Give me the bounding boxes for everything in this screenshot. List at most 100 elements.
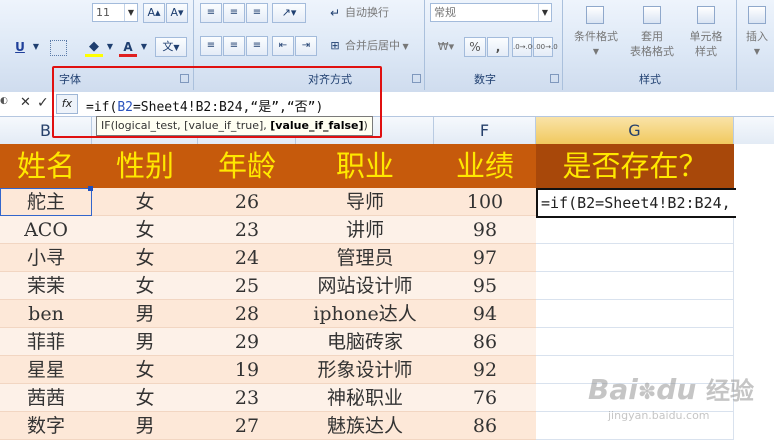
- table-cell[interactable]: 95: [434, 272, 536, 300]
- table-cell[interactable]: 导师: [296, 188, 434, 216]
- merge-center-button[interactable]: 合并后居中 ▼: [345, 37, 409, 56]
- table-cell[interactable]: ACO: [0, 216, 92, 244]
- align-left-icon[interactable]: ≡: [200, 36, 222, 56]
- active-cell-editor[interactable]: =if(B2=Sheet4!B2:B24,: [536, 188, 736, 218]
- table-cell[interactable]: 28: [198, 300, 296, 328]
- table-cell[interactable]: 86: [434, 328, 536, 356]
- table-cell[interactable]: 女: [92, 272, 198, 300]
- table-header-cell[interactable]: 年龄: [198, 144, 296, 188]
- align-right-icon[interactable]: ≡: [246, 36, 268, 56]
- orientation-icon[interactable]: ↗▾: [272, 3, 306, 23]
- decrease-indent-icon[interactable]: ⇤: [272, 36, 294, 56]
- table-cell[interactable]: 86: [434, 412, 536, 440]
- table-cell[interactable]: 25: [198, 272, 296, 300]
- conditional-format-icon[interactable]: [586, 6, 604, 24]
- table-cell[interactable]: 29: [198, 328, 296, 356]
- font-size-combo[interactable]: 11 ▼: [92, 3, 138, 22]
- table-cell[interactable]: 茉茉: [0, 272, 92, 300]
- wrap-text-button[interactable]: 自动换行: [345, 4, 389, 22]
- fill-dropdown-icon[interactable]: ▼: [104, 37, 116, 57]
- table-cell[interactable]: 神秘职业: [296, 384, 434, 412]
- align-middle-icon[interactable]: ≡: [223, 3, 245, 23]
- table-cell[interactable]: 24: [198, 244, 296, 272]
- reference-handle[interactable]: [88, 186, 93, 191]
- font-color-dropdown-icon[interactable]: ▼: [138, 37, 150, 57]
- increase-indent-icon[interactable]: ⇥: [295, 36, 317, 56]
- name-box-dropdown-icon[interactable]: ◐: [0, 96, 12, 112]
- number-dialog-launcher-icon[interactable]: [550, 74, 559, 83]
- currency-icon[interactable]: ₩▾: [432, 37, 460, 57]
- table-header-cell[interactable]: 姓名: [0, 144, 92, 188]
- table-cell[interactable]: 茜茜: [0, 384, 92, 412]
- table-cell-empty[interactable]: [536, 328, 734, 356]
- table-cell[interactable]: 网站设计师: [296, 272, 434, 300]
- table-cell-empty[interactable]: [536, 216, 734, 244]
- table-cell[interactable]: ben: [0, 300, 92, 328]
- table-cell[interactable]: 女: [92, 384, 198, 412]
- shrink-font-button[interactable]: A▾: [166, 3, 188, 23]
- insert-button[interactable]: 插入 ▼: [740, 29, 774, 59]
- number-format-combo[interactable]: 常规 ▼: [430, 3, 552, 22]
- conditional-format-button[interactable]: 条件格式 ▼: [566, 29, 626, 59]
- table-cell[interactable]: 讲师: [296, 216, 434, 244]
- percent-button[interactable]: %: [464, 37, 486, 57]
- format-table-icon[interactable]: [643, 6, 661, 24]
- border-icon[interactable]: [50, 40, 67, 56]
- align-top-icon[interactable]: ≡: [200, 3, 222, 23]
- table-cell[interactable]: 电脑砖家: [296, 328, 434, 356]
- enter-icon[interactable]: ✓: [37, 95, 49, 111]
- grow-font-button[interactable]: A▴: [143, 3, 165, 23]
- underline-dropdown-icon[interactable]: ▼: [30, 37, 42, 57]
- insert-cells-icon[interactable]: [748, 6, 766, 24]
- table-cell[interactable]: 女: [92, 188, 198, 216]
- align-bottom-icon[interactable]: ≡: [246, 3, 268, 23]
- phonetic-button[interactable]: 文▼: [155, 37, 187, 57]
- table-cell[interactable]: 97: [434, 244, 536, 272]
- table-cell[interactable]: 94: [434, 300, 536, 328]
- column-header-f[interactable]: F: [434, 117, 536, 144]
- table-cell[interactable]: 管理员: [296, 244, 434, 272]
- table-cell[interactable]: 23: [198, 216, 296, 244]
- table-cell[interactable]: 92: [434, 356, 536, 384]
- comma-button[interactable]: ,: [487, 37, 509, 57]
- table-cell[interactable]: 女: [92, 356, 198, 384]
- table-header-cell[interactable]: 职业: [296, 144, 434, 188]
- cell-styles-icon[interactable]: [697, 6, 715, 24]
- table-header-cell[interactable]: 业绩: [434, 144, 536, 188]
- table-header-cell[interactable]: 是否存在？: [536, 144, 734, 188]
- chevron-down-icon[interactable]: ▼: [538, 4, 551, 21]
- align-center-icon[interactable]: ≡: [223, 36, 245, 56]
- table-cell[interactable]: 98: [434, 216, 536, 244]
- table-cell[interactable]: iphone达人: [296, 300, 434, 328]
- decrease-decimal-button[interactable]: .00→.0: [533, 37, 558, 57]
- table-cell[interactable]: 女: [92, 244, 198, 272]
- table-cell[interactable]: 27: [198, 412, 296, 440]
- wrap-text-icon[interactable]: ↵: [326, 3, 344, 23]
- table-cell[interactable]: 19: [198, 356, 296, 384]
- table-cell-empty[interactable]: [536, 244, 734, 272]
- table-cell[interactable]: 26: [198, 188, 296, 216]
- table-cell[interactable]: 女: [92, 216, 198, 244]
- table-cell[interactable]: 100: [434, 188, 536, 216]
- table-cell[interactable]: 男: [92, 300, 198, 328]
- table-cell[interactable]: 男: [92, 328, 198, 356]
- table-cell[interactable]: 男: [92, 412, 198, 440]
- column-header-g[interactable]: G: [536, 117, 734, 144]
- alignment-dialog-launcher-icon[interactable]: [412, 74, 421, 83]
- increase-decimal-button[interactable]: .0→.00: [512, 37, 537, 57]
- table-cell[interactable]: 23: [198, 384, 296, 412]
- table-header-cell[interactable]: 性别: [92, 144, 198, 188]
- table-cell[interactable]: 形象设计师: [296, 356, 434, 384]
- table-cell[interactable]: 小寻: [0, 244, 92, 272]
- table-cell[interactable]: 76: [434, 384, 536, 412]
- cancel-icon[interactable]: ✕: [20, 95, 31, 110]
- underline-button[interactable]: U: [10, 37, 30, 57]
- table-cell[interactable]: 数字: [0, 412, 92, 440]
- chevron-down-icon[interactable]: ▼: [124, 4, 137, 21]
- table-cell-empty[interactable]: [536, 272, 734, 300]
- table-cell[interactable]: 星星: [0, 356, 92, 384]
- merge-cells-icon[interactable]: ⊞: [326, 36, 344, 56]
- cell-styles-button[interactable]: 单元格 样式: [680, 29, 732, 59]
- format-table-button[interactable]: 套用 表格格式: [624, 29, 680, 59]
- table-cell[interactable]: 魅族达人: [296, 412, 434, 440]
